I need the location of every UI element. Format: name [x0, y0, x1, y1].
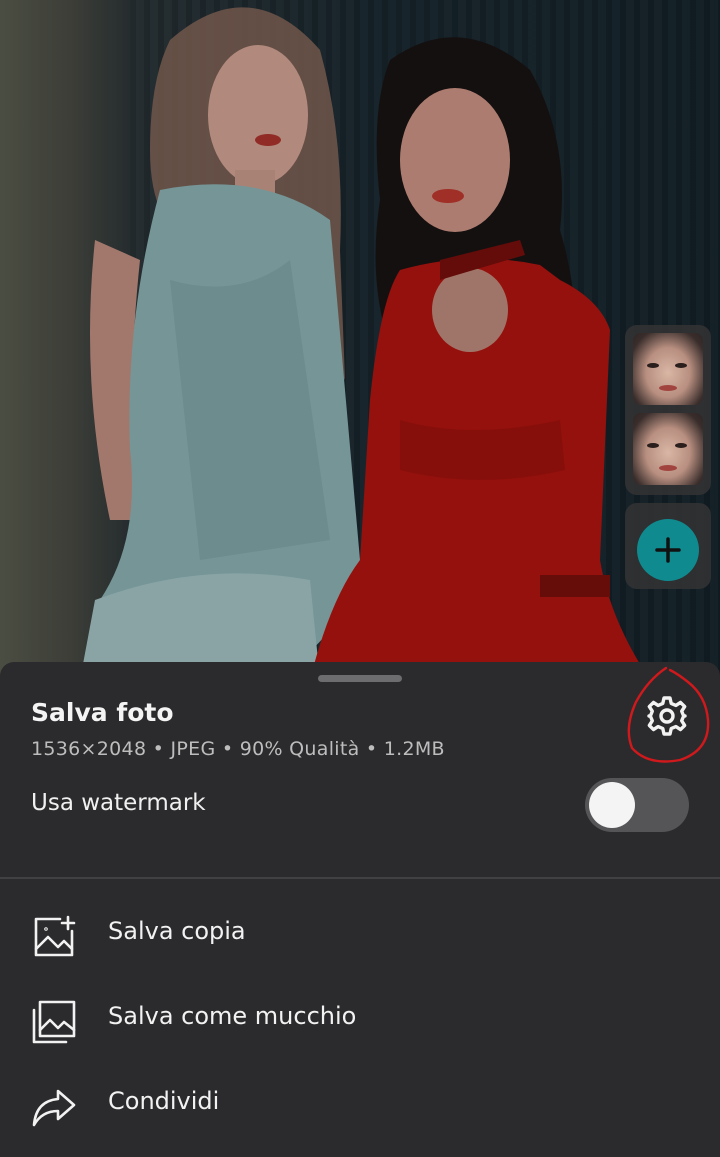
face-thumbnail-1[interactable]	[633, 333, 703, 405]
watermark-toggle[interactable]	[585, 778, 689, 832]
share-icon	[32, 1089, 76, 1127]
save-as-stack-action[interactable]: Salva come mucchio	[0, 980, 720, 1060]
save-as-stack-label: Salva come mucchio	[108, 1002, 357, 1030]
image-stack-icon	[32, 1000, 76, 1044]
share-label: Condividi	[108, 1087, 220, 1115]
sheet-divider	[0, 877, 720, 879]
share-action[interactable]: Condividi	[0, 1065, 720, 1145]
add-face-button[interactable]	[637, 519, 699, 581]
save-copy-label: Salva copia	[108, 917, 246, 945]
face-thumbnail-2[interactable]	[633, 413, 703, 485]
sheet-drag-handle[interactable]	[318, 675, 402, 682]
sheet-title: Salva foto	[31, 698, 174, 727]
photo-dim-overlay	[0, 0, 720, 680]
save-copy-action[interactable]: Salva copia	[0, 895, 720, 975]
save-photo-sheet: Salva foto 1536×2048 • JPEG • 90% Qualit…	[0, 662, 720, 1157]
plus-icon	[655, 537, 681, 563]
watermark-label: Usa watermark	[31, 790, 206, 816]
photo-preview	[0, 0, 720, 680]
add-face-panel	[625, 503, 711, 589]
face-thumbnails-panel	[625, 325, 711, 495]
toggle-knob	[589, 782, 635, 828]
red-annotation-circle	[627, 666, 710, 763]
image-add-icon	[34, 915, 76, 957]
photo-meta-info: 1536×2048 • JPEG • 90% Qualità • 1.2MB	[31, 738, 445, 760]
